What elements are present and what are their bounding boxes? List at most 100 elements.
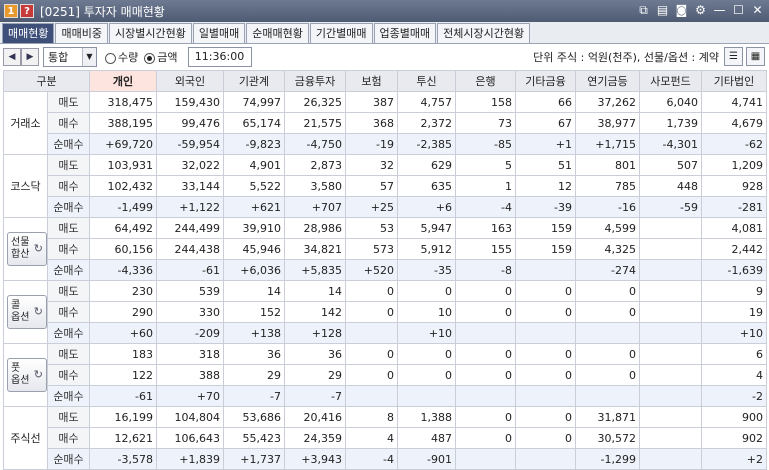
table-cell: 290 [89,301,157,323]
table-cell: 39,910 [223,217,285,239]
market-toggle-button[interactable]: 풋 옵션 ↻ [7,358,47,392]
table-cell: 5,947 [397,217,456,239]
table-cell: 1,209 [701,154,767,176]
table-cell: 0 [575,280,640,302]
column-header[interactable]: 은행 [455,70,516,92]
table-cell: 19 [701,301,767,323]
chevron-down-icon[interactable]: ▼ [82,48,96,66]
table-cell: -4,301 [639,133,702,155]
prev-arrow-icon[interactable]: ◀ [3,48,21,66]
table-cell: 33,144 [156,175,224,197]
list-view-icon[interactable]: ▦ [746,47,765,66]
table-cell: +70 [156,385,224,407]
radio-quantity[interactable]: 수량 [105,49,138,65]
table-cell: 142 [284,301,346,323]
camera-icon[interactable]: ◙ [674,3,689,18]
table-cell: +1,839 [156,448,224,470]
table-cell: 74,997 [223,91,285,113]
radio-amount[interactable]: 금액 [144,49,178,65]
grid-view-icon[interactable]: ☰ [724,47,743,66]
gear-icon[interactable]: ⚙ [693,3,708,18]
market-label[interactable]: 선물 합산 ↻ [3,217,48,281]
market-toggle-button[interactable]: 콜 옵션 ↻ [7,295,47,329]
column-header[interactable]: 기타금융 [515,70,576,92]
table-row: 매수 12,621 106,643 55,423 24,359 4 487 0 0 30,572 9… [4,427,767,449]
tab-2[interactable]: 시장별시간현황 [108,23,192,43]
table-cell: 36 [223,343,285,365]
table-cell: 0 [575,343,640,365]
table-cell: 64,492 [89,217,157,239]
table-cell: -2 [701,385,767,407]
minimize-icon[interactable]: — [712,3,727,18]
tab-0[interactable]: 매매현황 [2,23,55,43]
radio-amount-circle[interactable] [144,52,156,64]
close-icon[interactable]: ✕ [750,3,765,18]
table-cell: 0 [345,364,398,386]
table-row: 매수 60,156 244,438 45,946 34,821 573 5,912 155 15… [4,238,767,260]
row-type-label: 매도 [47,406,90,428]
link-icon[interactable]: ⧉ [636,3,651,18]
table-cell: 26,325 [284,91,346,113]
table-cell: 6,040 [639,91,702,113]
tab-5[interactable]: 기간별매매 [309,23,373,43]
table-cell: +69,720 [89,133,157,155]
table-cell: 3,580 [284,175,346,197]
table-cell: +1,715 [575,133,640,155]
time-input[interactable]: 11:36:00 [187,47,252,67]
table-cell: 629 [397,154,456,176]
radio-quantity-circle[interactable] [105,52,116,64]
row-type-label: 매수 [47,301,90,323]
maximize-icon[interactable]: ☐ [731,3,746,18]
row-type-label: 순매수 [47,259,90,281]
market-select[interactable]: 통합 ▼ [43,47,97,67]
window-title: [0251] 투자자 매매현황 [40,4,165,19]
table-cell: 387 [345,91,398,113]
table-cell: +128 [284,322,346,344]
row-type-label: 매수 [47,238,90,260]
market-toggle-button[interactable]: 선물 합산 ↻ [7,232,47,266]
column-header[interactable]: 구분 [3,70,90,92]
table-cell: 28,986 [284,217,346,239]
column-header[interactable]: 사모펀드 [639,70,702,92]
column-header[interactable]: 금융투자 [284,70,346,92]
table-cell: 0 [575,364,640,386]
column-header[interactable]: 기타법인 [701,70,767,92]
column-header[interactable]: 개인 [89,70,157,92]
next-arrow-icon[interactable]: ▶ [21,48,39,66]
tab-7[interactable]: 전체시장시간현황 [437,23,531,43]
refresh-icon: ↻ [33,368,43,381]
table-cell: 0 [397,364,456,386]
table-cell: 388,195 [89,112,157,134]
market-label[interactable]: 풋 옵션 ↻ [3,343,48,407]
table-cell: 4,679 [701,112,767,134]
table-cell: 159,430 [156,91,224,113]
tab-6[interactable]: 업종별매매 [373,23,437,43]
table-cell: +60 [89,322,157,344]
tab-1[interactable]: 매매비중 [55,23,108,43]
table-row: 선물 합산 ↻ 매도 64,492 244,499 39,910 28,986 53 5,947 1… [3,217,767,281]
table-cell: 0 [515,406,576,428]
table-header-row: 구분 개인 외국인 기관계 금융투자 보험 투신 은행 기타금융 연기금등 사모펀드 기타법인 [3,70,767,92]
table-cell [575,322,640,344]
table-cell: 122 [89,364,157,386]
table-cell: 37,262 [575,91,640,113]
window-number-badge[interactable]: 1 [4,4,18,18]
column-header[interactable]: 외국인 [156,70,224,92]
help-icon[interactable]: ? [20,4,34,18]
table-cell [639,406,702,428]
column-header[interactable]: 보험 [345,70,398,92]
table-cell: 0 [575,301,640,323]
column-header[interactable]: 연기금등 [575,70,640,92]
table-cell: +707 [284,196,346,218]
column-header[interactable]: 기관계 [223,70,285,92]
tab-4[interactable]: 순매매현황 [246,23,309,43]
save-icon[interactable]: ▤ [655,3,670,18]
tab-3[interactable]: 일별매매 [192,23,246,43]
row-type-label: 순매수 [47,385,90,407]
column-header[interactable]: 투신 [397,70,456,92]
market-label[interactable]: 콜 옵션 ↻ [3,280,48,344]
table-cell [639,217,702,239]
table-cell: -9,823 [223,133,285,155]
table-cell [639,322,702,344]
table-cell [639,301,702,323]
